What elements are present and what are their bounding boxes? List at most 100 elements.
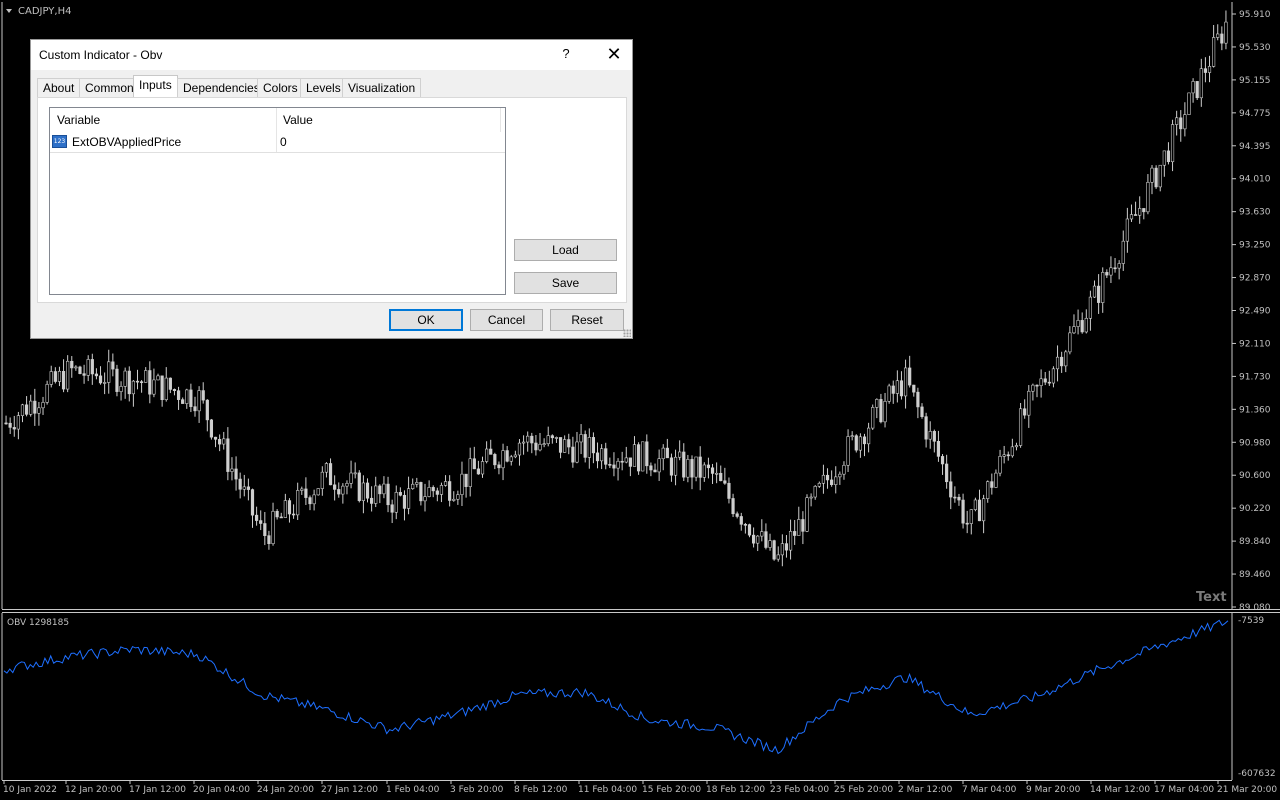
candle-body — [374, 485, 378, 504]
candle-body — [443, 481, 448, 486]
candle-body — [591, 437, 596, 454]
candle-body — [846, 436, 850, 466]
candle-body — [189, 389, 193, 407]
candle-body — [238, 478, 242, 490]
obv-axis-top-label: -7539 — [1238, 616, 1264, 626]
candle-body — [994, 472, 998, 488]
cancel-button[interactable]: Cancel — [470, 309, 543, 331]
candle-body — [969, 509, 973, 524]
load-button[interactable]: Load — [514, 239, 617, 261]
candle-body — [871, 407, 875, 429]
candle-body — [41, 402, 45, 409]
candle-body — [669, 457, 674, 476]
dialog-titlebar[interactable]: Custom Indicator - Obv ? ✕ — [31, 40, 632, 70]
candle-body — [333, 484, 337, 490]
candle-body — [1088, 296, 1093, 319]
candle-body — [230, 468, 234, 472]
candle-body — [719, 472, 723, 482]
column-header-variable[interactable]: Variable — [57, 108, 100, 132]
price-tick-label: 93.250 — [1239, 241, 1271, 251]
candle-body — [1166, 150, 1171, 163]
tab-inputs[interactable]: Inputs — [133, 75, 178, 97]
candle-body — [20, 404, 25, 416]
tab-colors[interactable]: Colors — [257, 78, 304, 97]
candle-body — [521, 441, 526, 444]
candle-body — [1154, 167, 1158, 188]
candle-body — [94, 373, 99, 377]
candle-body — [127, 370, 131, 395]
candle-body — [554, 437, 559, 439]
candle-body — [181, 399, 185, 404]
reset-button[interactable]: Reset — [550, 309, 624, 331]
candle-body — [119, 386, 123, 392]
candle-body — [558, 437, 563, 453]
time-tick-label: 10 Jan 2022 — [3, 785, 57, 795]
candle-body — [497, 464, 501, 469]
tab-levels[interactable]: Levels — [300, 78, 347, 97]
time-tick-label: 3 Feb 20:00 — [450, 785, 504, 795]
column-header-value[interactable]: Value — [283, 108, 313, 132]
candle-body — [61, 371, 66, 390]
candle-body — [53, 371, 57, 382]
column-divider[interactable] — [276, 108, 277, 132]
price-tick-label: 95.530 — [1239, 43, 1271, 53]
candle-body — [320, 471, 324, 489]
candle-body — [468, 458, 472, 487]
candle-body — [1199, 68, 1203, 99]
table-row[interactable]: 123 ExtOBVAppliedPrice 0 — [50, 132, 505, 153]
price-tick-label: 93.630 — [1239, 208, 1271, 218]
candle-body — [986, 481, 990, 499]
inputs-table[interactable]: Variable Value 123 ExtOBVAppliedPrice 0 — [49, 107, 506, 295]
time-tick-label: 20 Jan 04:00 — [193, 785, 250, 795]
ok-button[interactable]: OK — [389, 309, 463, 331]
candle-body — [390, 504, 394, 513]
candle-body — [1035, 384, 1039, 387]
candle-body — [4, 422, 8, 425]
candle-body — [945, 463, 949, 483]
save-button[interactable]: Save — [514, 272, 617, 294]
candle-body — [862, 436, 867, 445]
tab-common[interactable]: Common — [79, 78, 140, 97]
candle-body — [300, 488, 304, 491]
candle-body — [448, 481, 452, 501]
candle-body — [78, 366, 82, 374]
tab-visualization[interactable]: Visualization — [342, 78, 422, 97]
candle-body — [1125, 218, 1129, 242]
row-value-field[interactable]: 0 — [280, 132, 287, 152]
candle-body — [973, 499, 977, 510]
candle-body — [1039, 378, 1043, 386]
resize-grip[interactable] — [623, 329, 631, 337]
candle-body — [168, 377, 172, 390]
close-button[interactable]: ✕ — [594, 40, 634, 70]
help-button[interactable]: ? — [551, 40, 581, 70]
candle-body — [16, 415, 20, 430]
candle-body — [324, 463, 329, 473]
candle-body — [1216, 33, 1220, 38]
candle-body — [226, 438, 230, 472]
candle-body — [517, 442, 522, 456]
candle-body — [1076, 320, 1080, 327]
candle-body — [513, 454, 517, 458]
candle-body — [694, 456, 698, 478]
candle-body — [164, 377, 168, 401]
tab-dependencies[interactable]: Dependencies — [177, 78, 266, 97]
candle-body — [965, 522, 969, 525]
candle-body — [1064, 351, 1068, 367]
candle-body — [185, 389, 189, 404]
candle-body — [1047, 381, 1051, 384]
candle-body — [673, 456, 678, 476]
candle-body — [209, 419, 214, 438]
candle-body — [567, 439, 571, 448]
candle-body — [172, 389, 177, 391]
candle-body — [998, 456, 1002, 474]
integer-param-icon: 123 — [52, 135, 67, 148]
candle-body — [961, 499, 965, 524]
candle-body — [653, 469, 657, 473]
candle-body — [45, 384, 49, 403]
candle-body — [575, 441, 579, 463]
tab-about[interactable]: About — [37, 78, 81, 97]
candle-body — [686, 459, 690, 478]
watermark-text: Text — [1196, 590, 1227, 605]
candle-body — [386, 483, 390, 506]
candle-body — [805, 497, 809, 532]
